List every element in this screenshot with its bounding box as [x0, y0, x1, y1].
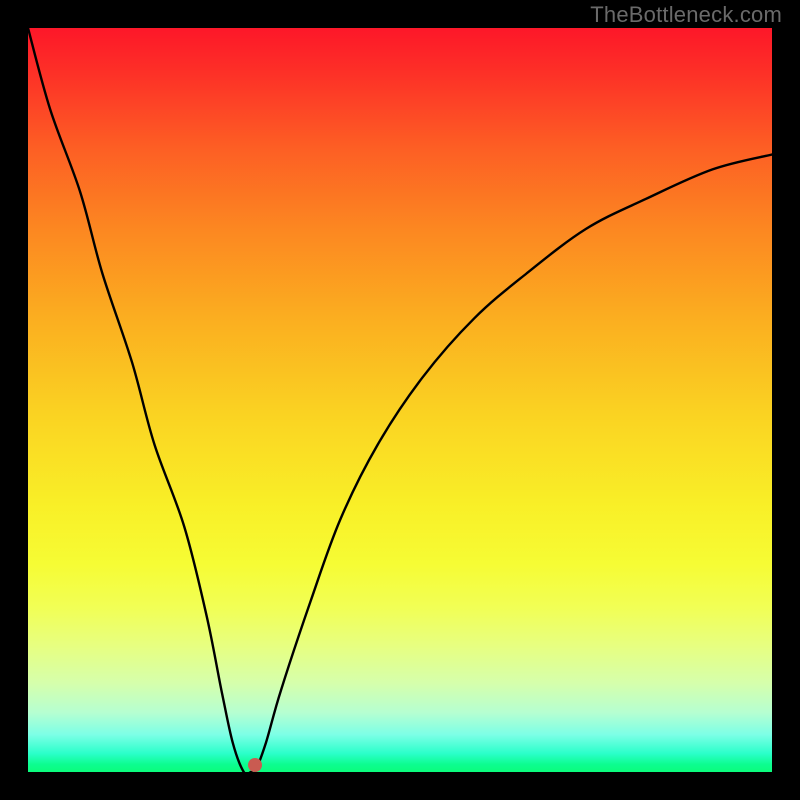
watermark-text: TheBottleneck.com: [590, 2, 782, 28]
minimum-marker-dot: [248, 758, 262, 772]
bottleneck-curve: [28, 28, 772, 772]
chart-frame: TheBottleneck.com: [0, 0, 800, 800]
plot-area: [28, 28, 772, 772]
